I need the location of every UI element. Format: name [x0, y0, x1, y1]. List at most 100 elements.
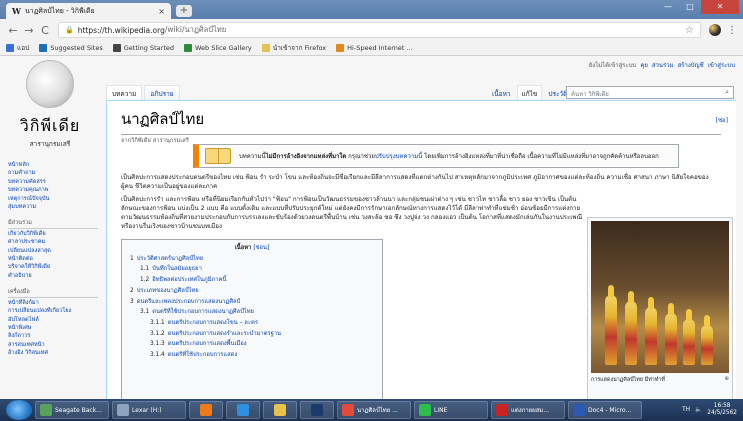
sidebar-link[interactable]: หน้าพิเศษ	[8, 324, 98, 332]
sidebar-link[interactable]: อ้างอิง วิกิสนเทศ	[8, 349, 98, 357]
photoshop-icon	[311, 404, 323, 416]
bookmark-star-icon[interactable]: ☆	[685, 25, 694, 36]
acrobat-icon	[496, 404, 508, 416]
taskbar-label: Seagate Back...	[55, 406, 102, 414]
sidebar-link[interactable]: สุ่มบทความ	[8, 203, 98, 211]
toc-item[interactable]: 2 ประเภทของนาฏศิลป์ไทย	[130, 286, 374, 297]
taskbar-item[interactable]	[300, 401, 334, 419]
taskbar-item[interactable]: Lexar (H:)	[112, 401, 186, 419]
toc-text: ประวัติศาสตร์นาฏศิลป์ไทย	[136, 255, 204, 262]
sidebar-link[interactable]: อัปโหลดไฟล์	[8, 316, 98, 324]
toc-item[interactable]: 1 ประวัติศาสตร์นาฏศิลป์ไทย	[130, 254, 374, 265]
browser-toolbar: ← → C 🔒 https://th.wikipedia.org /wiki/น…	[0, 19, 743, 41]
contributions-link[interactable]: ส่วนร่วม	[652, 60, 674, 70]
toc-item[interactable]: 3.1.3 ดนตรีประกอบการแสดงพื้นเมือง	[130, 339, 374, 350]
login-link[interactable]: เข้าสู่ระบบ	[708, 60, 735, 70]
edit-link[interactable]: [ซ่อ]	[716, 115, 728, 125]
bookmark-item[interactable]: Getting Started	[112, 44, 174, 52]
thai-dance-photo[interactable]	[591, 221, 729, 373]
sidebar-link[interactable]: เหตุการณ์ปัจจุบัน	[8, 195, 98, 203]
line-icon	[419, 404, 431, 416]
toc-number: 3.1	[140, 309, 150, 316]
word-icon	[573, 404, 585, 416]
bookmark-item[interactable]: Hi-Speed Internet ...	[336, 44, 413, 52]
back-icon[interactable]: ←	[6, 24, 20, 37]
reload-icon[interactable]: C	[38, 24, 52, 37]
bookmark-item[interactable]: นำเข้าจาก Firefox	[261, 43, 326, 53]
sidebar-link[interactable]: หน้าติดต่อ	[8, 255, 98, 263]
talk-link[interactable]: คุย	[640, 60, 648, 70]
taskbar-item[interactable]	[226, 401, 260, 419]
bookmark-item[interactable]: Suggested Sites	[39, 44, 103, 52]
address-bar[interactable]: 🔒 https://th.wikipedia.org /wiki/นาฏศิลป…	[58, 22, 701, 38]
toc-number: 1.2	[140, 277, 150, 284]
new-tab-button[interactable]: +	[176, 5, 192, 17]
taskbar-item[interactable]: แต่งกายผสม...	[491, 401, 565, 419]
sidebar-link[interactable]: การเปลี่ยนแปลงที่เกี่ยวโยง	[8, 307, 98, 315]
toc-item[interactable]: 3 ดนตรีและเพลงประกอบการแสดงนาฏศิลป์	[130, 297, 374, 308]
not-logged-in-label: ยังไม่ได้เข้าสู่ระบบ	[588, 62, 637, 69]
sidebar-link[interactable]: ลิงก์ถาวร	[8, 332, 98, 340]
dancer-figure	[683, 309, 695, 365]
create-account-link[interactable]: สร้างบัญชี	[678, 60, 704, 70]
sidebar-link[interactable]: หน้าที่ลิงก์มา	[8, 299, 98, 307]
taskbar-item[interactable]: Seagate Back...	[35, 401, 109, 419]
toc-number: 1.1	[140, 266, 150, 273]
toc-item[interactable]: 3.1.4 ดนตรีที่ใช้ประกอบการแสดง	[130, 350, 374, 361]
toc-item[interactable]: 1.1 บันทึกในสมัยอยุธยา	[130, 264, 374, 275]
toc-toggle-link[interactable]: [ซ่อน]	[253, 245, 269, 251]
sidebar-link[interactable]: เกี่ยวกับวิกิพีเดีย	[8, 230, 98, 238]
sidebar-link[interactable]: บทความคุณภาพ	[8, 186, 98, 194]
close-window-button[interactable]: ✕	[701, 0, 739, 14]
toc-item[interactable]: 3.1.2 ดนตรีประกอบการแสดงรำและระบำมาตรฐาน	[130, 329, 374, 340]
improve-article-link[interactable]: ปรับปรุงบทความนี้	[375, 153, 422, 160]
msn-icon	[336, 44, 345, 52]
toc-text: ดนตรีประกอบการแสดงพื้นเมือง	[167, 341, 247, 348]
secure-lock-icon[interactable]: 🔒	[65, 26, 74, 34]
search-input[interactable]: ค้นหา วิกิพีเดีย ⌕	[566, 86, 734, 99]
minimize-button[interactable]: —	[657, 0, 679, 14]
clock-time: 16:58	[713, 403, 731, 409]
volume-icon[interactable]: 🔈	[695, 407, 702, 413]
extension-icon[interactable]	[709, 24, 721, 36]
sidebar-heading-tools: เครื่องมือ	[8, 288, 98, 298]
slice-icon	[184, 44, 192, 52]
dancer-figure	[645, 297, 657, 365]
taskbar-item[interactable]: LINE	[414, 401, 488, 419]
taskbar-item[interactable]	[263, 401, 297, 419]
toc-item[interactable]: 1.2 อิทธิพลต่อประเทศในภูมิภาคนี้	[130, 275, 374, 286]
bookmark-item[interactable]: แอป	[6, 43, 29, 53]
toc-item[interactable]: 3.1.1 ดนตรีประกอบการแสดงโขน – ละคร	[130, 318, 374, 329]
url-path: /wiki/นาฏศิลป์ไทย	[164, 25, 227, 34]
taskbar-item[interactable]	[189, 401, 223, 419]
sidebar-link[interactable]: บริจาคให้วิกิพีเดีย	[8, 263, 98, 271]
notice-mid: กรุณาช่วย	[346, 152, 375, 160]
search-icon[interactable]: ⌕	[725, 88, 729, 97]
taskbar-item[interactable]: Doc4 - Micro...	[568, 401, 642, 419]
thumbnail: การแสดงนาฏศิลป์ไทย มีท่าทำที่ ⊕	[587, 217, 733, 399]
sidebar-link[interactable]: คำอธิบาย	[8, 272, 98, 280]
language-indicator[interactable]: TH	[682, 407, 690, 413]
sidebar-link[interactable]: สารสนเทศหน้า	[8, 341, 98, 349]
notice-suffix: โดยเพิ่มการอ้างอิงแหล่งที่มาที่น่าเชื่อถ…	[422, 152, 659, 160]
taskbar-item[interactable]: นาฏศิลป์ไทย ...	[337, 401, 411, 419]
start-button[interactable]	[6, 400, 32, 420]
taskbar-label: Doc4 - Micro...	[588, 406, 632, 414]
browser-menu-icon[interactable]: ⋮	[727, 25, 737, 36]
browser-tab[interactable]: W นาฏศิลป์ไทย - วิกิพีเดีย ×	[6, 3, 171, 19]
sidebar-link[interactable]: ถามคำถาม	[8, 169, 98, 177]
maximize-button[interactable]: □	[679, 0, 701, 14]
sidebar-link[interactable]: เปลี่ยนแปลงล่าสุด	[8, 247, 98, 255]
tab-strip: W นาฏศิลป์ไทย - วิกิพีเดีย × + — □ ✕	[0, 0, 743, 19]
bookmark-item[interactable]: Web Slice Gallery	[184, 44, 252, 52]
clock[interactable]: 16:58 24/5/2562	[707, 403, 737, 417]
close-tab-icon[interactable]: ×	[158, 7, 165, 16]
sidebar-link[interactable]: หน้าหลัก	[8, 161, 98, 169]
sidebar-link[interactable]: ศาลาประชาคม	[8, 238, 98, 246]
enlarge-icon[interactable]: ⊕	[724, 376, 729, 384]
sidebar-link[interactable]: บทความคัดสรร	[8, 178, 98, 186]
forward-icon[interactable]: →	[22, 24, 36, 37]
toc-item[interactable]: 3.1 ดนตรีที่ใช้ประกอบการแสดงนาฏศิลป์ไทย	[130, 307, 374, 318]
wikipedia-logo[interactable]: วิกิพีเดีย สารานุกรมเสรี	[10, 60, 90, 158]
taskbar-label: นาฏศิลป์ไทย ...	[357, 407, 398, 414]
